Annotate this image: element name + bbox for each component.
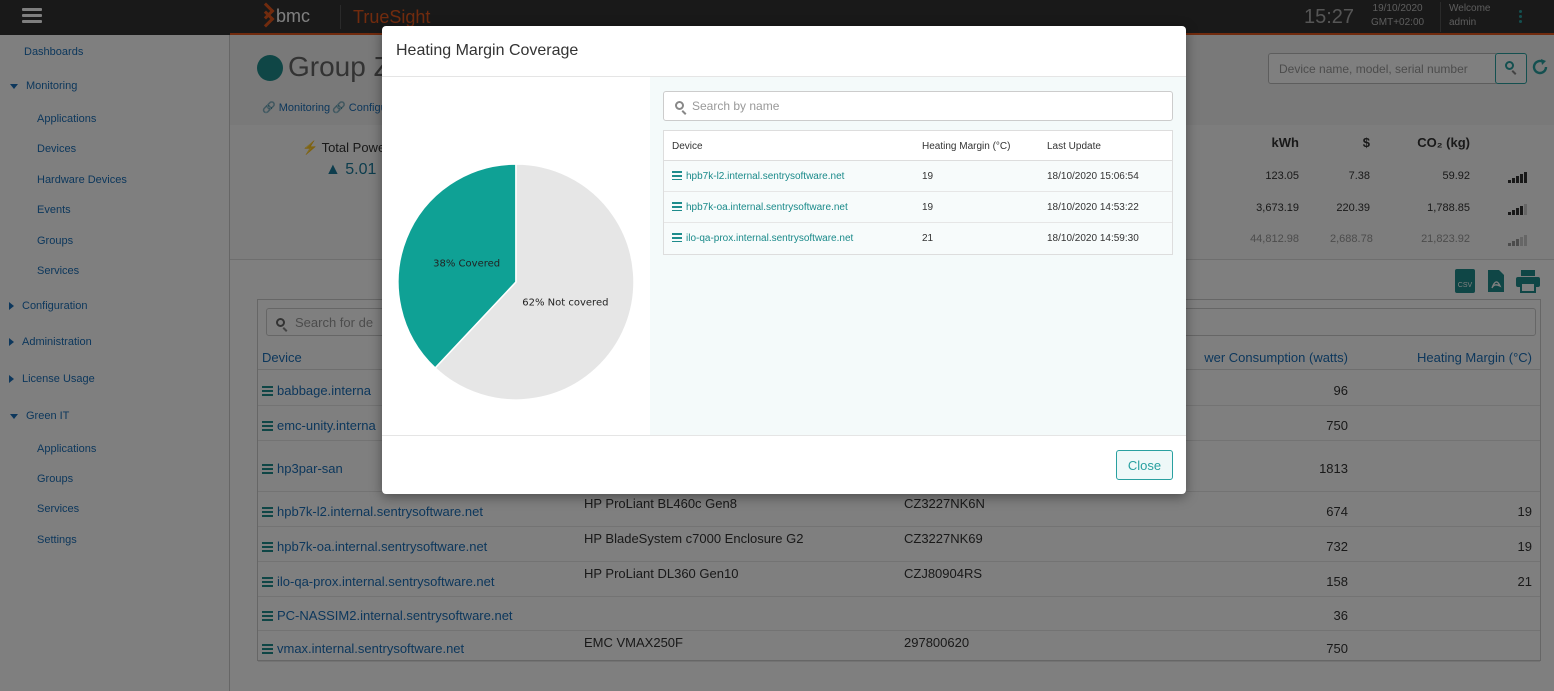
- coverage-table: Device Heating Margin (°C) Last Update h…: [663, 130, 1173, 255]
- modal-title: Heating Margin Coverage: [396, 42, 579, 59]
- coverage-update: 18/10/2020 14:53:22: [1047, 202, 1139, 213]
- coverage-heating: 19: [922, 171, 934, 182]
- modal-search-icon: [675, 101, 684, 110]
- coverage-row[interactable]: hpb7k-oa.internal.sentrysoftware.net 19 18…: [664, 192, 1172, 223]
- coverage-heating: 19: [922, 202, 934, 213]
- coverage-device-name: hpb7k-l2.internal.sentrysoftware.net: [686, 171, 845, 182]
- th-device[interactable]: Device: [672, 141, 703, 152]
- th-heating[interactable]: Heating Margin (°C): [922, 141, 1010, 152]
- coverage-pie-chart: 38% Covered 62% Not covered: [397, 163, 635, 401]
- coverage-device-link[interactable]: hpb7k-oa.internal.sentrysoftware.net: [672, 202, 848, 213]
- close-button[interactable]: Close: [1116, 450, 1173, 480]
- modal-footer-divider: [382, 435, 1186, 436]
- coverage-row[interactable]: hpb7k-l2.internal.sentrysoftware.net 19 18…: [664, 161, 1172, 192]
- server-icon: [672, 233, 682, 242]
- coverage-chart: 38% Covered 62% Not covered: [382, 77, 650, 435]
- coverage-row[interactable]: ilo-qa-prox.internal.sentrysoftware.net 2…: [664, 223, 1172, 254]
- coverage-heating: 21: [922, 233, 934, 244]
- coverage-device-name: hpb7k-oa.internal.sentrysoftware.net: [686, 202, 848, 213]
- coverage-device-name: ilo-qa-prox.internal.sentrysoftware.net: [686, 233, 854, 244]
- coverage-update: 18/10/2020 15:06:54: [1047, 171, 1139, 182]
- coverage-table-header: Device Heating Margin (°C) Last Update: [664, 131, 1172, 161]
- coverage-device-link[interactable]: ilo-qa-prox.internal.sentrysoftware.net: [672, 233, 853, 244]
- device-list-pane: Search by name Device Heating Margin (°C…: [650, 77, 1186, 435]
- th-update[interactable]: Last Update: [1047, 141, 1101, 152]
- server-icon: [672, 171, 682, 180]
- heating-margin-modal: Heating Margin Coverage 38% Covered 62% N…: [382, 26, 1186, 494]
- search-by-name-input[interactable]: Search by name: [663, 91, 1173, 121]
- pie-label-not-covered: 62% Not covered: [522, 298, 608, 309]
- coverage-update: 18/10/2020 14:59:30: [1047, 233, 1139, 244]
- coverage-device-link[interactable]: hpb7k-l2.internal.sentrysoftware.net: [672, 171, 844, 182]
- pie-label-covered: 38% Covered: [433, 258, 500, 269]
- server-icon: [672, 202, 682, 211]
